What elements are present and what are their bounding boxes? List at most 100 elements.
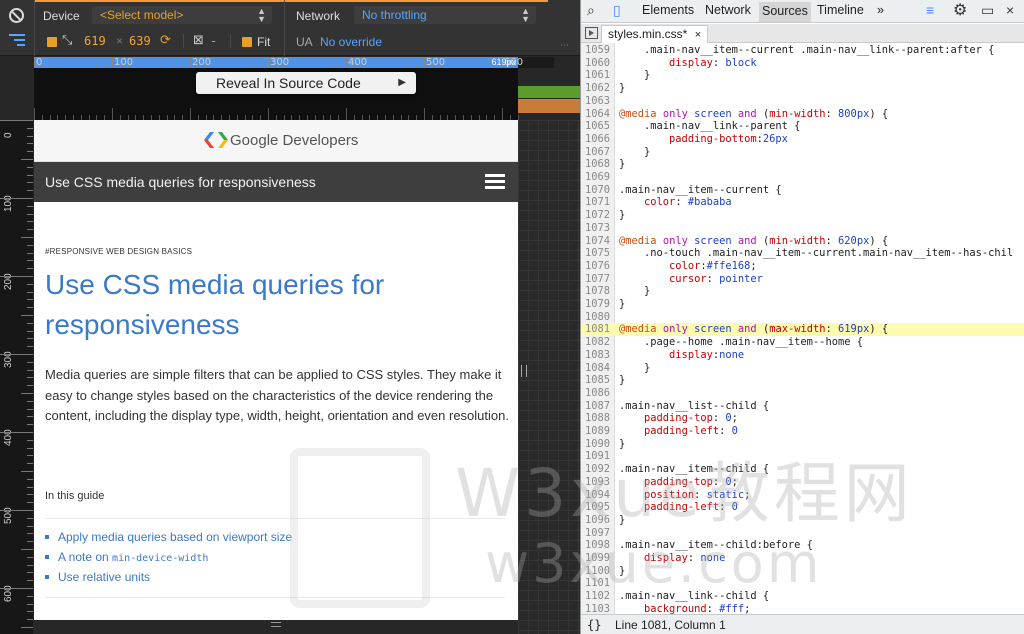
gear-icon[interactable]: ⚙ [953,0,967,20]
toc-link[interactable]: Use relative units [45,569,505,589]
code-line[interactable]: 1067 } [581,146,1024,159]
code-editor[interactable]: 1059 .main-nav__item--current .main-nav_… [581,43,1024,614]
code-line[interactable]: 1072} [581,209,1024,222]
code-line[interactable]: 1091 [581,450,1024,463]
line-number[interactable]: 1071 [585,196,612,209]
code-line[interactable]: 1085} [581,374,1024,387]
code-line[interactable]: 1084 } [581,362,1024,375]
section-eyebrow[interactable]: #RESPONSIVE WEB DESIGN BASICS [45,247,192,256]
code-line[interactable]: 1066 padding-bottom:26px [581,133,1024,146]
code-line[interactable]: 1073 [581,222,1024,235]
code-line[interactable]: 1083 display:none [581,349,1024,362]
code-line[interactable]: 1070 .main-nav__item--current { [581,184,1024,197]
more-tabs-icon[interactable]: » [877,3,884,17]
line-number[interactable]: 1067 [585,146,612,159]
height-input[interactable]: 639 [129,34,151,48]
code-line[interactable]: 1077 cursor: pointer [581,273,1024,286]
fit-checkbox[interactable] [242,37,252,47]
line-number[interactable]: 1074 [585,235,612,248]
width-input[interactable]: 619 [84,34,106,48]
line-number[interactable]: 1095 [585,501,612,514]
toc-link[interactable]: A note on min-device-width [45,549,505,569]
line-number[interactable]: 1087 [585,400,612,413]
code-line[interactable]: 1071 color: #bababa [581,196,1024,209]
line-number[interactable]: 1090 [585,438,612,451]
code-line[interactable]: 1080 [581,311,1024,324]
swap-dimensions-icon[interactable]: ⟳ [160,32,171,48]
line-number[interactable]: 1100 [585,565,612,578]
code-line[interactable]: 1086 [581,387,1024,400]
line-number[interactable]: 1102 [585,590,612,603]
tab-network[interactable]: Network [705,3,751,17]
line-number[interactable]: 1085 [585,374,612,387]
line-number[interactable]: 1062 [585,82,612,95]
code-line[interactable]: 1082 .page--home .main-nav__item--home { [581,336,1024,349]
line-number[interactable]: 1094 [585,489,612,502]
line-number[interactable]: 1061 [585,69,612,82]
line-number[interactable]: 1101 [585,577,612,590]
close-tab-icon[interactable]: × [695,29,701,41]
line-number[interactable]: 1097 [585,527,612,540]
line-number[interactable]: 1086 [585,387,612,400]
line-number[interactable]: 1070 [585,184,612,197]
ua-value[interactable]: No override [320,35,382,49]
code-line[interactable]: 1076 color:#ffe168; [581,260,1024,273]
line-number[interactable]: 1076 [585,260,612,273]
code-line[interactable]: 1101 [581,577,1024,590]
code-line[interactable]: 1092 .main-nav__item--child { [581,463,1024,476]
code-line[interactable]: 1059 .main-nav__item--current .main-nav_… [581,44,1024,57]
line-number[interactable]: 1065 [585,120,612,133]
line-number[interactable]: 1069 [585,171,612,184]
inspect-icon[interactable]: ⌕ [587,2,595,19]
console-drawer-icon[interactable]: ≡ [926,2,934,18]
resolution-checkbox[interactable] [47,37,57,47]
code-line[interactable]: 1075 .no-touch .main-nav__item--current.… [581,247,1024,260]
code-line[interactable]: 1062} [581,82,1024,95]
code-line[interactable]: 1078 } [581,285,1024,298]
line-number[interactable]: 1064 [585,108,612,121]
line-number[interactable]: 1077 [585,273,612,286]
line-number[interactable]: 1078 [585,285,612,298]
line-number[interactable]: 1091 [585,450,612,463]
resize-handle-right[interactable] [521,365,527,377]
media-query-icon[interactable] [9,34,25,48]
code-line[interactable]: 1100} [581,565,1024,578]
tab-sources[interactable]: Sources [759,2,811,22]
line-number[interactable]: 1083 [585,349,612,362]
code-line[interactable]: 1064 @media only screen and (min-width: 8… [581,108,1024,121]
line-number[interactable]: 1059 [585,44,612,57]
code-line[interactable]: 1079} [581,298,1024,311]
code-line[interactable]: 1069 [581,171,1024,184]
code-line[interactable]: 1061 } [581,69,1024,82]
tab-timeline[interactable]: Timeline [817,3,864,17]
min-width-query-bar[interactable] [518,86,580,98]
line-number[interactable]: 1075 [585,247,612,260]
line-number[interactable]: 1093 [585,476,612,489]
code-line[interactable]: 1065 .main-nav__link--parent { [581,120,1024,133]
line-number[interactable]: 1099 [585,552,612,565]
code-line[interactable]: 1096} [581,514,1024,527]
more-icon[interactable]: ⋯ [560,40,569,51]
line-number[interactable]: 1081 [585,323,612,337]
line-number[interactable]: 1063 [585,95,612,108]
line-number[interactable]: 1103 [585,603,612,614]
code-line[interactable]: 1063 [581,95,1024,108]
line-number[interactable]: 1073 [585,222,612,235]
line-number[interactable]: 1084 [585,362,612,375]
file-tab[interactable]: styles.min.css* × [601,25,709,43]
code-line[interactable]: 1094 position: static; [581,489,1024,502]
reveal-in-source-menu-item[interactable]: Reveal In Source Code ▶ [196,72,416,94]
line-number[interactable]: 1082 [585,336,612,349]
resize-handle-bottom[interactable] [271,622,281,627]
scale-value[interactable]: - [210,34,217,48]
navigator-toggle-icon[interactable] [585,27,598,39]
code-line[interactable]: 1102 .main-nav__link--child { [581,590,1024,603]
brand-name[interactable]: Google Developers [230,132,358,149]
line-number[interactable]: 1079 [585,298,612,311]
code-line[interactable]: 1087 .main-nav__list--child { [581,400,1024,413]
line-number[interactable]: 1092 [585,463,612,476]
code-line[interactable]: 1098 .main-nav__item--child:before { [581,539,1024,552]
line-number[interactable]: 1066 [585,133,612,146]
code-line[interactable]: 1088 padding-top: 0; [581,412,1024,425]
line-number[interactable]: 1098 [585,539,612,552]
